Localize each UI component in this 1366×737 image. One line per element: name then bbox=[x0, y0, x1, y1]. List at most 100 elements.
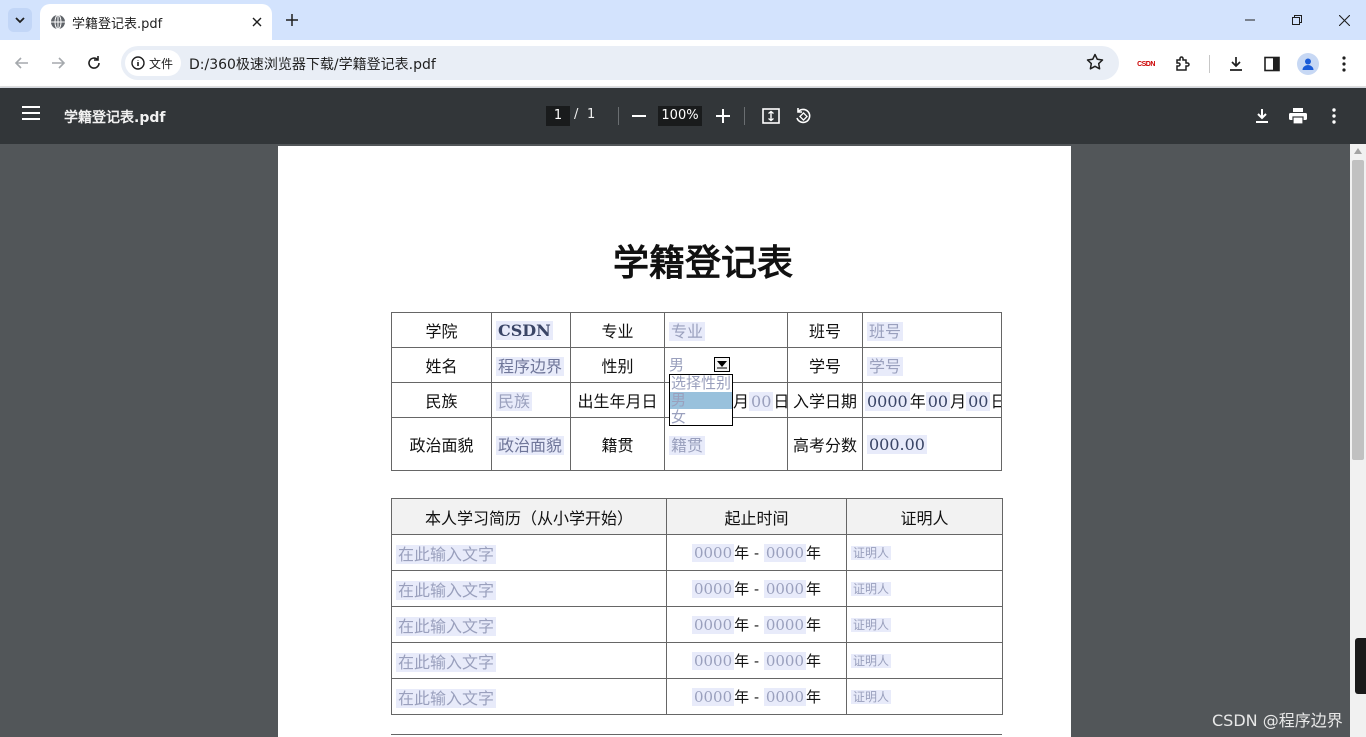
end-year-field[interactable]: 0000 bbox=[763, 688, 806, 706]
major-field[interactable]: 专业 bbox=[664, 312, 788, 348]
end-year-field[interactable]: 0000 bbox=[763, 652, 806, 670]
new-tab-button[interactable] bbox=[282, 10, 302, 30]
period-dash: - bbox=[753, 580, 760, 598]
column-header: 起止时间 bbox=[666, 498, 847, 535]
url-text[interactable]: D:/360极速浏览器下载/学籍登记表.pdf bbox=[189, 54, 436, 74]
enroll-month[interactable]: 00 bbox=[925, 392, 951, 411]
start-year-suffix: 年 bbox=[734, 544, 750, 562]
witness-field[interactable]: 证明人 bbox=[846, 606, 1003, 643]
side-handle[interactable] bbox=[1355, 638, 1366, 694]
history-text-field[interactable]: 在此输入文字 bbox=[391, 642, 667, 679]
end-year-suffix: 年 bbox=[806, 580, 822, 598]
restore-button[interactable] bbox=[1287, 10, 1307, 30]
enroll-field[interactable]: 0000年00月00日 bbox=[862, 382, 1002, 418]
bookmark-star-icon[interactable] bbox=[1086, 53, 1104, 71]
pdf-more-button[interactable] bbox=[1323, 105, 1345, 127]
minimize-button[interactable] bbox=[1240, 10, 1260, 30]
rotate-icon bbox=[796, 108, 811, 124]
name-label: 姓名 bbox=[391, 347, 492, 383]
history-text-field[interactable]: 在此输入文字 bbox=[391, 534, 667, 571]
start-year-field[interactable]: 0000 bbox=[691, 580, 735, 598]
witness-field[interactable]: 证明人 bbox=[846, 534, 1003, 571]
enroll-day[interactable]: 00 bbox=[966, 392, 991, 411]
student-id-label: 学号 bbox=[787, 347, 863, 383]
end-year-field[interactable]: 0000 bbox=[763, 580, 806, 598]
enroll-year[interactable]: 0000 bbox=[865, 392, 910, 411]
profile-icon bbox=[1297, 53, 1319, 75]
csdn-extension-icon[interactable]: CSDN bbox=[1135, 53, 1157, 75]
zoom-level-input[interactable]: 100% bbox=[658, 106, 702, 126]
history-text-field[interactable]: 在此输入文字 bbox=[391, 570, 667, 607]
pdf-viewer[interactable]: 学籍登记表 学院 CSDN 专业 专业 班号 班号 姓名 程序边界 性别 学号 … bbox=[0, 144, 1350, 737]
back-button[interactable] bbox=[12, 53, 32, 73]
period-dash: - bbox=[753, 616, 760, 634]
site-info-chip[interactable]: 文件 bbox=[125, 50, 182, 76]
start-year-field[interactable]: 0000 bbox=[691, 652, 735, 670]
chevron-down-icon bbox=[15, 17, 25, 24]
side-panel-button[interactable] bbox=[1261, 53, 1283, 75]
table-row: 在此输入文字 0000 年 - 0000 年 证明人 bbox=[391, 606, 1003, 643]
end-year-suffix: 年 bbox=[806, 652, 822, 670]
downloads-button[interactable] bbox=[1225, 53, 1247, 75]
address-bar[interactable]: 文件 D:/360极速浏览器下载/学籍登记表.pdf bbox=[121, 46, 1119, 80]
witness-field[interactable]: 证明人 bbox=[846, 570, 1003, 607]
zoom-out-button[interactable] bbox=[628, 105, 650, 127]
witness-placeholder: 证明人 bbox=[851, 618, 892, 632]
tab-close-icon[interactable] bbox=[248, 13, 266, 31]
table-row: 在此输入文字 0000 年 - 0000 年 证明人 bbox=[391, 570, 1003, 607]
score-field[interactable]: 000.00 bbox=[862, 417, 1002, 471]
name-field[interactable]: 程序边界 bbox=[491, 347, 571, 383]
gender-option-highlighted[interactable]: 男 bbox=[670, 392, 732, 409]
close-window-button[interactable] bbox=[1334, 10, 1354, 30]
start-year-field[interactable]: 0000 bbox=[691, 616, 735, 634]
gender-label: 性别 bbox=[570, 347, 665, 383]
hamburger-icon[interactable] bbox=[22, 106, 40, 120]
end-year-field[interactable]: 0000 bbox=[763, 616, 806, 634]
witness-field[interactable]: 证明人 bbox=[846, 678, 1003, 715]
sidepanel-icon bbox=[1264, 56, 1280, 72]
forward-button[interactable] bbox=[48, 53, 68, 73]
print-button[interactable] bbox=[1287, 105, 1309, 127]
student-id-placeholder: 学号 bbox=[867, 357, 904, 376]
history-text-field[interactable]: 在此输入文字 bbox=[391, 606, 667, 643]
globe-icon bbox=[50, 14, 66, 30]
profile-button[interactable] bbox=[1297, 53, 1319, 75]
tab-search-button[interactable] bbox=[8, 8, 32, 32]
rotate-button[interactable] bbox=[792, 105, 814, 127]
witness-field[interactable]: 证明人 bbox=[846, 642, 1003, 679]
gender-option[interactable]: 女 bbox=[670, 409, 732, 426]
political-field[interactable]: 政治面貌 bbox=[491, 417, 571, 471]
class-label: 班号 bbox=[787, 312, 863, 348]
column-header: 证明人 bbox=[846, 498, 1003, 535]
history-text-field[interactable]: 在此输入文字 bbox=[391, 678, 667, 715]
end-year-field[interactable]: 0000 bbox=[763, 544, 806, 562]
ethnicity-label: 民族 bbox=[391, 382, 492, 418]
page-number-input[interactable]: 1 bbox=[546, 106, 570, 126]
zoom-in-button[interactable] bbox=[712, 105, 734, 127]
start-year-field[interactable]: 0000 bbox=[691, 688, 735, 706]
watermark: CSDN @程序边界 bbox=[1212, 711, 1343, 730]
enroll-month-suffix: 月 bbox=[950, 392, 967, 411]
pdf-toolbar: 学籍登记表.pdf 1 / 1 100% bbox=[0, 88, 1366, 144]
reload-button[interactable] bbox=[84, 53, 104, 73]
pdf-download-button[interactable] bbox=[1251, 105, 1273, 127]
class-field[interactable]: 班号 bbox=[862, 312, 1002, 348]
document-title: 学籍登记表 bbox=[612, 243, 793, 284]
gender-option[interactable]: 选择性别 bbox=[670, 375, 732, 392]
college-field[interactable]: CSDN bbox=[491, 312, 571, 348]
end-year-suffix: 年 bbox=[806, 544, 822, 562]
dropdown-arrow-icon[interactable] bbox=[714, 357, 730, 372]
browser-menu-button[interactable] bbox=[1333, 53, 1355, 75]
fit-page-button[interactable] bbox=[760, 105, 782, 127]
student-id-field[interactable]: 学号 bbox=[862, 347, 1002, 383]
start-year-field[interactable]: 0000 bbox=[691, 544, 735, 562]
extensions-button[interactable] bbox=[1172, 53, 1194, 75]
start-year-suffix: 年 bbox=[734, 616, 750, 634]
scrollbar-thumb[interactable] bbox=[1352, 160, 1364, 460]
scroll-up-icon[interactable] bbox=[1354, 148, 1362, 154]
active-tab[interactable]: 学籍登记表.pdf bbox=[40, 4, 272, 40]
birth-day[interactable]: 00 bbox=[749, 392, 774, 411]
birth-month-suffix: 月 bbox=[733, 392, 750, 411]
ethnicity-field[interactable]: 民族 bbox=[491, 382, 571, 418]
end-year-suffix: 年 bbox=[806, 616, 822, 634]
